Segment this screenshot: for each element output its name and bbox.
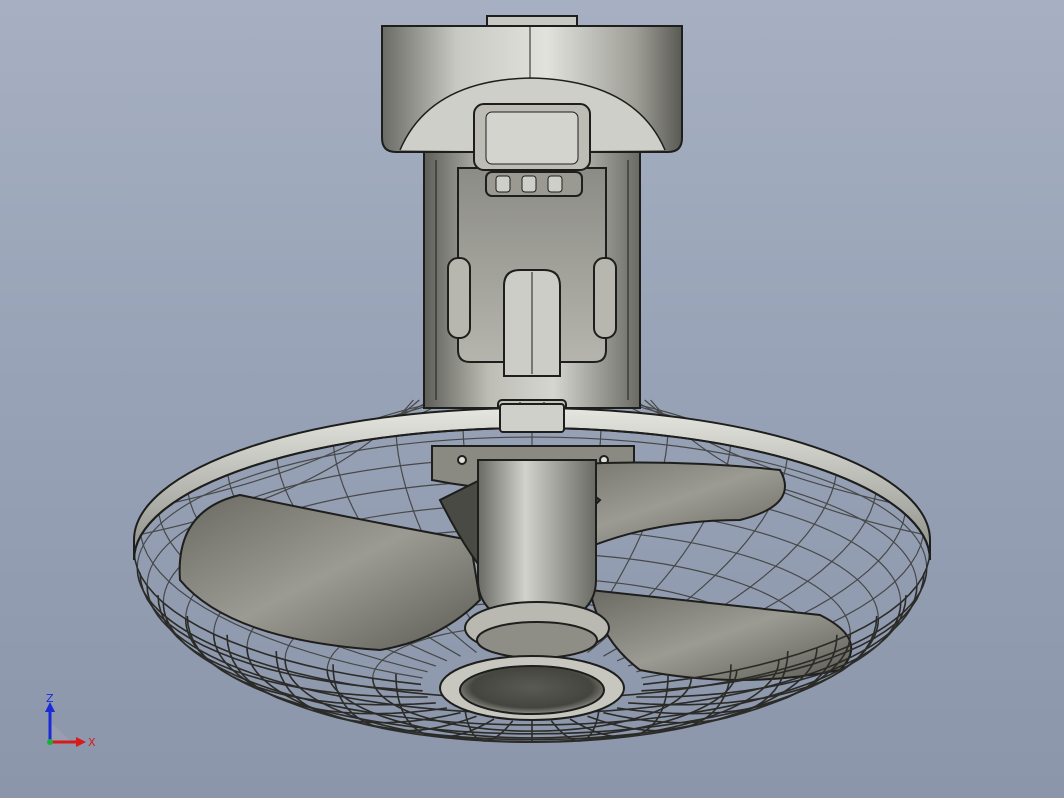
x-axis-arrowhead <box>76 737 86 747</box>
y-axis-dot <box>47 739 53 745</box>
x-axis-label: X <box>88 736 96 749</box>
fan-hub <box>464 459 610 659</box>
grille-center-cap <box>439 655 625 721</box>
z-axis-label: Z <box>46 694 54 705</box>
axis-triad: Z X <box>45 694 96 749</box>
fan-blade-2 <box>178 493 482 652</box>
ceiling-fan-model[interactable] <box>0 0 1064 798</box>
3d-viewport[interactable]: Z X <box>0 0 1064 798</box>
